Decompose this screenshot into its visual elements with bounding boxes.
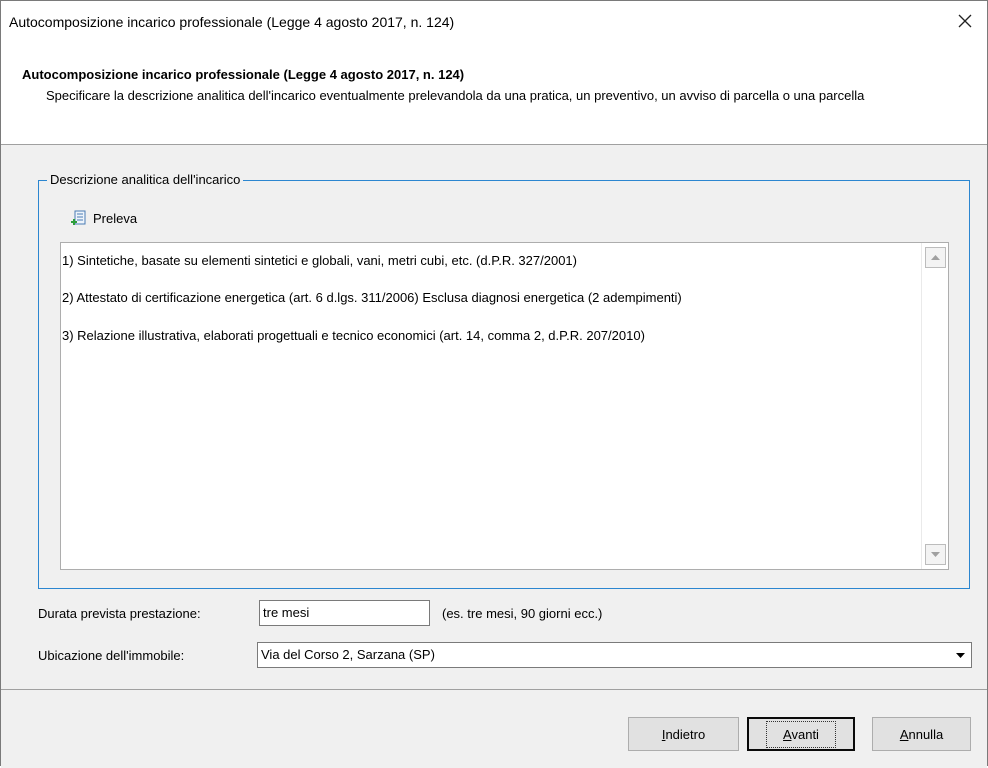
header-subtitle: Specificare la descrizione analitica del… (46, 88, 865, 103)
title-bar[interactable]: Autocomposizione incarico professionale … (1, 1, 987, 41)
close-button[interactable] (943, 1, 987, 41)
list-item[interactable]: 1) Sintetiche, basate su elementi sintet… (61, 252, 577, 270)
list-item[interactable]: 3) Relazione illustrativa, elaborati pro… (61, 327, 645, 345)
wizard-header: Autocomposizione incarico professionale … (1, 41, 987, 145)
dropdown-button[interactable] (949, 643, 971, 667)
close-icon (958, 14, 972, 28)
add-document-icon (71, 210, 86, 225)
description-groupbox: Descrizione analitica dell'incarico Prel… (38, 172, 970, 589)
vertical-scrollbar[interactable] (921, 243, 948, 569)
scroll-up-button[interactable] (925, 247, 946, 268)
dialog-window: Autocomposizione incarico professionale … (0, 0, 988, 768)
description-listbox[interactable]: 1) Sintetiche, basate su elementi sintet… (60, 242, 949, 570)
preleva-label: Preleva (93, 210, 138, 226)
header-title: Autocomposizione incarico professionale … (22, 67, 465, 82)
ubicazione-value: Via del Corso 2, Sarzana (SP) (261, 647, 435, 662)
arrow-up-icon (931, 255, 940, 260)
arrow-down-icon (931, 552, 940, 557)
wizard-body: Descrizione analitica dell'incarico Prel… (1, 145, 987, 689)
cancel-button[interactable]: Annulla (872, 717, 971, 751)
durata-label: Durata prevista prestazione: (38, 606, 201, 621)
back-button-label: Indietro (661, 726, 706, 742)
preleva-button[interactable]: Preleva (70, 208, 137, 228)
durata-input[interactable]: tre mesi (259, 600, 430, 626)
cancel-button-label: Annulla (899, 726, 944, 742)
wizard-footer: Indietro Avanti Annulla (1, 689, 987, 768)
back-button[interactable]: Indietro (628, 717, 739, 751)
window-title: Autocomposizione incarico professionale … (9, 14, 455, 30)
scroll-down-button[interactable] (925, 544, 946, 565)
durata-hint: (es. tre mesi, 90 giorni ecc.) (442, 606, 603, 621)
chevron-down-icon (955, 652, 965, 658)
next-button-label: Avanti (766, 720, 836, 748)
ubicazione-label: Ubicazione dell'immobile: (38, 648, 185, 663)
groupbox-legend: Descrizione analitica dell'incarico (47, 172, 244, 187)
next-button[interactable]: Avanti (747, 717, 855, 751)
ubicazione-combobox[interactable]: Via del Corso 2, Sarzana (SP) (257, 642, 972, 668)
list-item[interactable]: 2) Attestato di certificazione energetic… (61, 289, 682, 307)
